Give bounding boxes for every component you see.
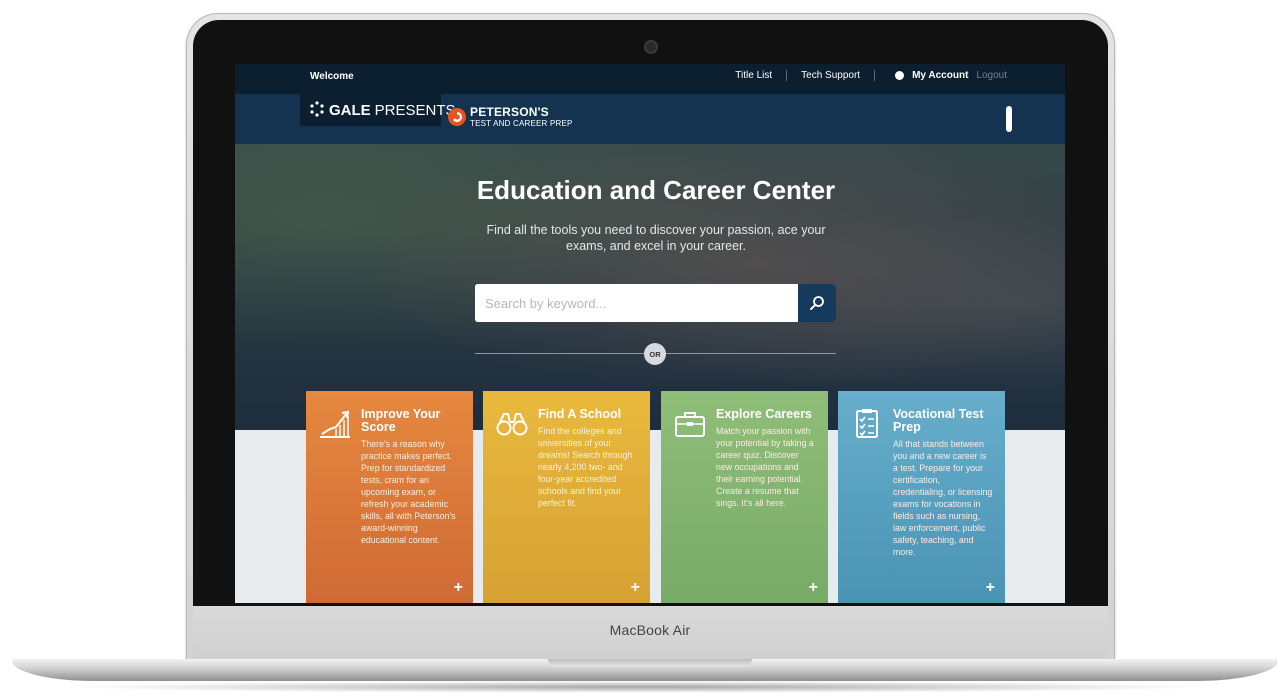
utility-links: Title List Tech Support My Account Logou… (721, 70, 1007, 81)
expand-plus-icon[interactable]: + (631, 579, 640, 597)
laptop-notch (548, 659, 752, 667)
utility-bar: Welcome Title List Tech Support My Accou… (235, 64, 1065, 94)
card-description: All that stands between you and a new ca… (893, 439, 993, 557)
gale-presents-logo[interactable]: GALE PRESENTS (300, 94, 456, 126)
checklist-icon (856, 409, 878, 438)
vocational-test-prep-card[interactable]: Vocational Test Prep All that stands bet… (838, 391, 1005, 603)
presents-text: PRESENTS (374, 101, 456, 119)
welcome-text: Welcome (310, 71, 354, 82)
search-icon (810, 296, 824, 310)
improve-score-card[interactable]: Improve Your Score There's a reason why … (306, 391, 473, 603)
device-model-label: MacBook Air (609, 622, 691, 638)
laptop-shadow (60, 681, 1220, 693)
card-title: Improve Your Score (361, 407, 441, 434)
my-account-link[interactable]: My Account (875, 70, 976, 81)
gale-brand: GALE (329, 101, 371, 119)
card-title: Find A School (538, 407, 622, 421)
camera-icon (646, 42, 656, 52)
logout-link[interactable]: Logout (976, 70, 1007, 81)
user-icon (895, 71, 905, 80)
site-header: GALE PRESENTS PETERSON'S TEST AND CAREER… (235, 94, 1065, 144)
petersons-logo-icon (448, 108, 466, 126)
chart-growth-icon (320, 410, 350, 438)
menu-toggle-button[interactable] (1006, 106, 1012, 132)
petersons-logo[interactable]: PETERSON'S TEST AND CAREER PREP (448, 106, 573, 128)
expand-plus-icon[interactable]: + (809, 579, 818, 597)
explore-careers-card[interactable]: Explore Careers Match your passion with … (661, 391, 828, 603)
binoculars-icon (496, 413, 528, 436)
title-list-link[interactable]: Title List (721, 70, 788, 81)
hero-subtitle: Find all the tools you need to discover … (486, 223, 826, 253)
hero-title: Education and Career Center (476, 175, 836, 205)
petersons-name: PETERSON'S (470, 105, 549, 119)
search-bar (475, 284, 836, 322)
card-description: Match your passion with your potential b… (716, 426, 814, 508)
petersons-text: PETERSON'S TEST AND CAREER PREP (470, 106, 573, 128)
or-badge: OR (644, 343, 666, 365)
find-school-card[interactable]: Find A School Find the colleges and univ… (483, 391, 650, 603)
search-button[interactable] (798, 284, 836, 322)
hero-banner: Education and Career Center Find all the… (235, 144, 1065, 430)
expand-plus-icon[interactable]: + (986, 579, 995, 597)
gale-logo-icon (309, 100, 325, 120)
petersons-tagline: TEST AND CAREER PREP (470, 119, 573, 128)
search-input[interactable] (475, 284, 798, 322)
briefcase-icon (675, 412, 705, 437)
card-description: There's a reason why practice makes perf… (361, 439, 456, 545)
card-description: Find the colleges and universities of yo… (538, 426, 633, 508)
website-screen: Welcome Title List Tech Support My Accou… (235, 64, 1065, 603)
my-account-label: My Account (912, 70, 969, 81)
card-title: Explore Careers (716, 407, 812, 421)
tech-support-link[interactable]: Tech Support (787, 70, 876, 81)
expand-plus-icon[interactable]: + (454, 579, 463, 597)
card-title: Vocational Test Prep (893, 407, 984, 434)
